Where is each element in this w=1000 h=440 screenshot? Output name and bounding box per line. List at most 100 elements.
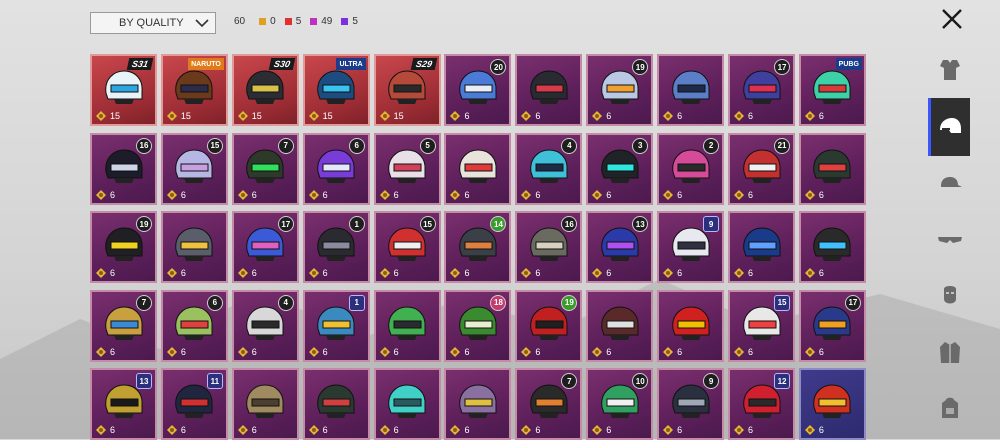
item-card[interactable]: S30 15 — [231, 54, 299, 126]
item-value: 6 — [663, 189, 682, 200]
coin-icon — [450, 346, 461, 357]
coin-icon — [379, 346, 390, 357]
item-card[interactable]: 6 — [586, 289, 654, 362]
backpack-icon — [942, 397, 958, 418]
sidebar-item-backpack[interactable] — [930, 380, 970, 436]
item-card[interactable]: 7 6 — [90, 289, 157, 362]
item-value: 6 — [734, 189, 753, 200]
sidebar-item-helmet[interactable] — [928, 98, 970, 156]
item-value-text: 15 — [180, 111, 191, 121]
item-card[interactable]: 17 6 — [231, 211, 299, 283]
item-value-text: 6 — [393, 425, 399, 435]
item-card[interactable]: 13 6 — [586, 211, 654, 283]
level-badge: 9 — [703, 373, 720, 389]
sidebar-item-glasses[interactable] — [930, 212, 970, 268]
sidebar-item-outfit[interactable] — [930, 42, 970, 98]
close-icon[interactable] — [940, 7, 964, 31]
item-card[interactable]: 11 6 — [160, 368, 228, 440]
count-orange: 0 — [259, 16, 276, 27]
jacket-icon — [940, 342, 960, 363]
level-badge: 10 — [632, 373, 649, 389]
item-card[interactable]: 6 — [728, 211, 796, 283]
item-value: 6 — [96, 425, 115, 435]
item-card[interactable]: 9 6 — [657, 211, 725, 283]
item-card[interactable]: ULTRA 15 — [302, 54, 370, 126]
count-red: 5 — [284, 16, 301, 27]
item-card[interactable]: NARUTO 15 — [160, 54, 228, 126]
item-card[interactable]: 15 6 — [373, 211, 441, 283]
item-card[interactable]: 3 6 — [586, 132, 654, 205]
coin-icon — [237, 111, 248, 121]
helmet-icon — [813, 149, 851, 183]
item-card[interactable]: 17 6 — [728, 54, 796, 126]
level-badge: 15 — [206, 137, 223, 154]
item-card[interactable]: 5 6 — [373, 132, 441, 205]
item-card[interactable]: 18 6 — [444, 289, 512, 362]
item-card[interactable]: 7 6 — [515, 368, 583, 440]
level-badge: 3 — [632, 137, 649, 154]
item-card[interactable]: 4 6 — [515, 132, 583, 205]
item-card[interactable]: PUBG 6 — [798, 54, 866, 126]
sidebar-item-mask[interactable] — [930, 268, 970, 324]
collab-logo-tag: NARUTO — [188, 58, 224, 70]
item-card[interactable]: 17 6 — [798, 289, 866, 362]
item-card[interactable]: 15 6 — [160, 132, 228, 205]
sidebar-item-jacket[interactable] — [930, 324, 970, 380]
item-card[interactable]: 6 — [373, 289, 441, 362]
item-card[interactable]: 7 6 — [231, 132, 299, 205]
coin-icon — [734, 346, 745, 357]
item-value: 6 — [166, 268, 186, 278]
item-card[interactable]: 14 6 — [444, 211, 512, 283]
item-card[interactable]: 1 6 — [302, 211, 370, 283]
item-card[interactable]: 6 — [657, 289, 725, 362]
item-value-text: 6 — [818, 425, 824, 435]
item-card[interactable]: 6 — [160, 211, 228, 283]
item-card[interactable]: 6 6 — [160, 289, 228, 362]
sidebar-item-cap[interactable] — [930, 156, 970, 212]
item-card[interactable]: 6 — [798, 368, 866, 440]
item-card[interactable]: 12 6 — [728, 368, 796, 440]
coin-icon — [663, 425, 674, 435]
item-card[interactable]: 16 6 — [90, 132, 157, 205]
item-card[interactable]: 16 6 — [515, 211, 583, 283]
item-card[interactable]: 4 6 — [231, 289, 299, 362]
coin-icon — [804, 346, 815, 357]
item-card[interactable]: 6 — [657, 54, 725, 126]
item-card[interactable]: 19 6 — [586, 54, 654, 126]
coin-icon — [450, 268, 461, 278]
item-card[interactable]: 6 — [302, 368, 370, 440]
item-card[interactable]: 10 6 — [586, 368, 654, 440]
item-card[interactable]: 19 6 — [90, 211, 157, 283]
item-value: 6 — [379, 268, 399, 278]
coin-icon — [663, 346, 674, 357]
item-card[interactable]: 19 6 — [515, 289, 583, 362]
item-card[interactable]: 15 6 — [728, 289, 796, 362]
item-card[interactable]: 20 6 — [444, 54, 512, 126]
item-card[interactable]: 6 — [231, 368, 299, 440]
sort-dropdown[interactable]: BY QUALITY — [90, 12, 216, 34]
item-value: 15 — [166, 111, 191, 121]
item-value-text: 6 — [464, 111, 470, 121]
item-card[interactable]: 13 6 — [90, 368, 157, 440]
item-card[interactable]: S29 15 — [373, 54, 441, 126]
coin-icon — [379, 111, 390, 121]
item-card[interactable]: 6 — [515, 54, 583, 126]
item-card[interactable]: 6 6 — [302, 132, 370, 205]
item-card[interactable]: 6 — [444, 132, 512, 205]
item-card[interactable]: 6 — [798, 132, 866, 205]
coin-icon — [96, 189, 106, 200]
item-card[interactable]: 9 6 — [657, 368, 725, 440]
coin-icon — [450, 425, 461, 435]
helmet-icon — [388, 70, 426, 105]
coin-icon — [804, 268, 815, 278]
item-card[interactable]: 1 6 — [302, 289, 370, 362]
item-card[interactable]: 6 — [373, 368, 441, 440]
item-value-text: 6 — [464, 268, 470, 278]
item-card[interactable]: 21 6 — [728, 132, 796, 205]
level-badge: 11 — [206, 373, 223, 389]
item-card[interactable]: 6 — [444, 368, 512, 440]
item-card[interactable]: 6 — [798, 211, 866, 283]
item-value: 6 — [734, 111, 753, 121]
item-card[interactable]: 2 6 — [657, 132, 725, 205]
item-card[interactable]: S31 15 — [90, 54, 157, 126]
